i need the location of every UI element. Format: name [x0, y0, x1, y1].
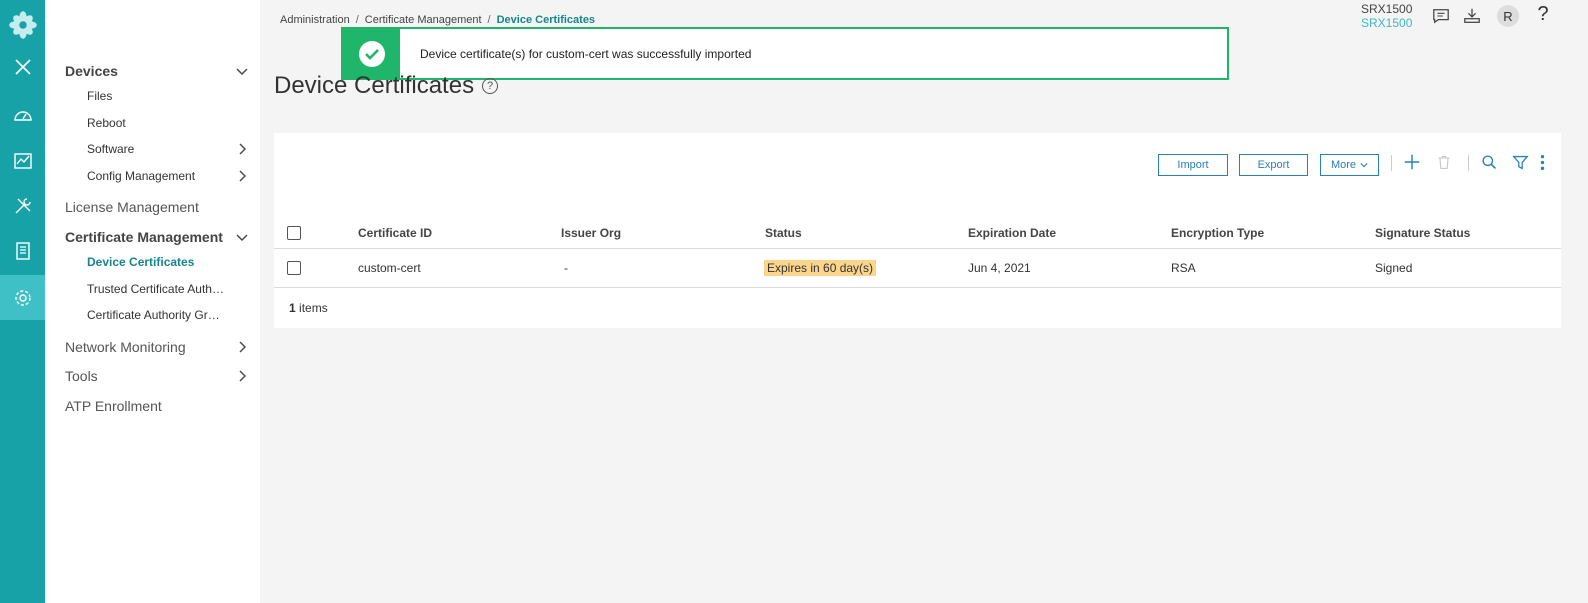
column-signature-status[interactable]: Signature Status: [1375, 217, 1470, 248]
logo-icon[interactable]: [0, 2, 45, 47]
nav-devices[interactable]: Devices: [65, 63, 248, 79]
breadcrumb-separator: /: [355, 14, 359, 26]
nav-panel: Devices Files Reboot Software Config Man…: [45, 0, 260, 603]
chevron-down-icon: [1360, 163, 1368, 168]
cell-certificate-id: custom-cert: [358, 261, 421, 275]
reports-icon[interactable]: [0, 228, 45, 273]
chevron-right-icon[interactable]: [236, 143, 248, 155]
column-certificate-id[interactable]: Certificate ID: [358, 217, 432, 248]
item-count-label: items: [299, 301, 328, 315]
commit-icon[interactable]: [1462, 6, 1482, 26]
add-icon[interactable]: [1402, 152, 1422, 172]
chevron-right-icon[interactable]: [236, 370, 248, 382]
avatar: R: [1497, 5, 1519, 27]
filter-icon[interactable]: [1510, 152, 1530, 172]
device-model: SRX1500: [1361, 2, 1413, 16]
status-badge: Expires in 60 day(s): [764, 260, 877, 276]
export-button[interactable]: Export: [1239, 154, 1308, 176]
close-icon[interactable]: [0, 44, 45, 89]
success-icon: [343, 29, 400, 78]
cell-signature-status: Signed: [1375, 261, 1413, 275]
page-title-text: Device Certificates: [274, 72, 475, 99]
select-all-checkbox[interactable]: [287, 217, 301, 248]
column-status[interactable]: Status: [765, 217, 802, 248]
breadcrumb-current: Device Certificates: [496, 14, 596, 26]
toast-message: Device certificate(s) for custom-cert wa…: [420, 46, 752, 61]
nav-software[interactable]: Software: [87, 142, 248, 156]
device-name: SRX1500 SRX1500: [1361, 2, 1412, 30]
nav-trusted-ca[interactable]: Trusted Certificate Authorities: [87, 282, 248, 296]
device-host[interactable]: SRX1500: [1361, 16, 1412, 30]
more-button-label: More: [1330, 159, 1357, 171]
nav-config-management[interactable]: Config Management: [87, 169, 248, 183]
nav-license-management[interactable]: License Management: [65, 199, 248, 215]
nav-atp-enrollment[interactable]: ATP Enrollment: [65, 398, 248, 414]
help-icon[interactable]: ?: [1533, 3, 1553, 25]
breadcrumb: Administration / Certificate Management …: [280, 14, 595, 26]
toolbar-divider: [1391, 155, 1392, 171]
chevron-right-icon[interactable]: [236, 341, 248, 353]
nav-reboot[interactable]: Reboot: [87, 116, 248, 130]
breadcrumb-item-administration[interactable]: Administration: [280, 14, 350, 26]
more-button[interactable]: More: [1320, 154, 1379, 176]
nav-certificate-management[interactable]: Certificate Management: [65, 229, 248, 245]
dashboard-icon[interactable]: [0, 93, 45, 138]
chevron-down-icon[interactable]: [236, 65, 248, 77]
icon-rail: [0, 0, 45, 603]
breadcrumb-separator: /: [487, 14, 491, 26]
table-header: Certificate ID Issuer Org Status Expirat…: [274, 217, 1561, 249]
grid-footer: 1 items: [289, 301, 328, 315]
cell-issuer-org: -: [564, 261, 568, 275]
nav-ca-group[interactable]: Certificate Authority Group: [87, 308, 248, 322]
toolbar-divider: [1468, 155, 1469, 171]
search-icon[interactable]: [1479, 152, 1499, 172]
certificates-grid: Import Export More Certificate ID Issuer…: [274, 133, 1561, 328]
nav-files[interactable]: Files: [87, 89, 248, 103]
configure-icon[interactable]: [0, 183, 45, 228]
delete-icon[interactable]: [1434, 152, 1454, 172]
table-row[interactable]: custom-cert - Expires in 60 day(s) Jun 4…: [274, 249, 1561, 288]
cell-expiration-date: Jun 4, 2021: [968, 261, 1031, 275]
nav-device-certificates[interactable]: Device Certificates: [87, 255, 248, 269]
messages-icon[interactable]: [1431, 6, 1451, 26]
monitor-icon[interactable]: [0, 138, 45, 183]
item-count: 1: [289, 301, 296, 315]
import-button[interactable]: Import: [1158, 154, 1228, 176]
nav-tools[interactable]: Tools: [65, 368, 248, 384]
nav-network-monitoring[interactable]: Network Monitoring: [65, 339, 248, 355]
chevron-right-icon[interactable]: [236, 170, 248, 182]
page-title: Device Certificates ?: [274, 72, 499, 100]
settings-icon[interactable]: [0, 275, 45, 320]
row-checkbox[interactable]: [287, 249, 301, 287]
chevron-down-icon[interactable]: [236, 231, 248, 243]
user-avatar[interactable]: R: [1496, 4, 1520, 28]
column-issuer-org[interactable]: Issuer Org: [561, 217, 621, 248]
column-encryption-type[interactable]: Encryption Type: [1171, 217, 1264, 248]
column-expiration-date[interactable]: Expiration Date: [968, 217, 1056, 248]
cell-status: Expires in 60 day(s): [764, 249, 877, 287]
cell-encryption-type: RSA: [1171, 261, 1196, 275]
breadcrumb-item-certificate-management[interactable]: Certificate Management: [365, 14, 482, 26]
more-options-icon[interactable]: [1534, 152, 1550, 172]
help-circle-icon[interactable]: ?: [482, 78, 499, 94]
